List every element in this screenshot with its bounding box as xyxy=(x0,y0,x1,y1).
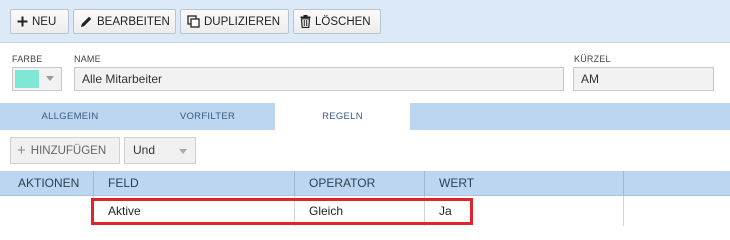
chevron-down-icon xyxy=(46,76,54,81)
copy-icon xyxy=(187,15,200,28)
column-operator[interactable]: OPERATOR xyxy=(295,171,425,196)
name-label: NAME xyxy=(74,54,101,64)
trash-icon xyxy=(300,15,311,28)
tab-allgemein[interactable]: ALLGEMEIN xyxy=(0,103,140,130)
table-row[interactable]: Aktive Gleich Ja xyxy=(0,196,730,226)
tab-regeln[interactable]: REGELN xyxy=(275,103,410,130)
logic-select-value: Und xyxy=(133,143,156,157)
chevron-down-icon xyxy=(179,149,187,154)
toolbar: NEU BEARBEITEN DUPLIZIEREN LÖSCHEN xyxy=(0,0,730,43)
edit-button-label: BEARBEITEN xyxy=(97,15,170,28)
color-swatch xyxy=(15,70,39,88)
name-field[interactable]: Alle Mitarbeiter xyxy=(74,67,564,91)
new-button-label: NEU xyxy=(32,15,57,28)
cell-aktionen xyxy=(0,196,94,226)
abbr-label: KÜRZEL xyxy=(574,54,611,64)
cell-wert[interactable]: Ja xyxy=(425,196,624,226)
column-feld[interactable]: FELD xyxy=(94,171,295,196)
column-wert[interactable]: WERT xyxy=(425,171,624,196)
edit-button[interactable]: BEARBEITEN xyxy=(73,9,176,34)
abbr-field[interactable]: AM xyxy=(573,67,714,91)
delete-button[interactable]: LÖSCHEN xyxy=(293,9,381,34)
add-rule-button-label: HINZUFÜGEN xyxy=(30,144,107,157)
cell-operator[interactable]: Gleich xyxy=(295,196,425,226)
new-button[interactable]: NEU xyxy=(10,9,69,34)
plus-icon xyxy=(17,16,28,27)
tab-bar: ALLGEMEIN VORFILTER REGELN xyxy=(0,103,730,130)
duplicate-button[interactable]: DUPLIZIEREN xyxy=(180,9,289,34)
duplicate-button-label: DUPLIZIEREN xyxy=(204,15,281,28)
color-picker[interactable] xyxy=(12,67,62,91)
color-label: FARBE xyxy=(12,54,43,64)
column-aktionen[interactable]: AKTIONEN xyxy=(0,171,94,196)
delete-button-label: LÖSCHEN xyxy=(315,15,371,28)
pencil-icon xyxy=(81,16,92,27)
tab-vorfilter[interactable]: VORFILTER xyxy=(140,103,275,130)
add-rule-button[interactable]: + HINZUFÜGEN xyxy=(10,137,120,164)
plus-icon: + xyxy=(17,142,26,159)
cell-feld[interactable]: Aktive xyxy=(94,196,295,226)
rules-table-header: AKTIONEN FELD OPERATOR WERT xyxy=(0,171,730,196)
logic-select[interactable]: Und xyxy=(124,137,196,164)
